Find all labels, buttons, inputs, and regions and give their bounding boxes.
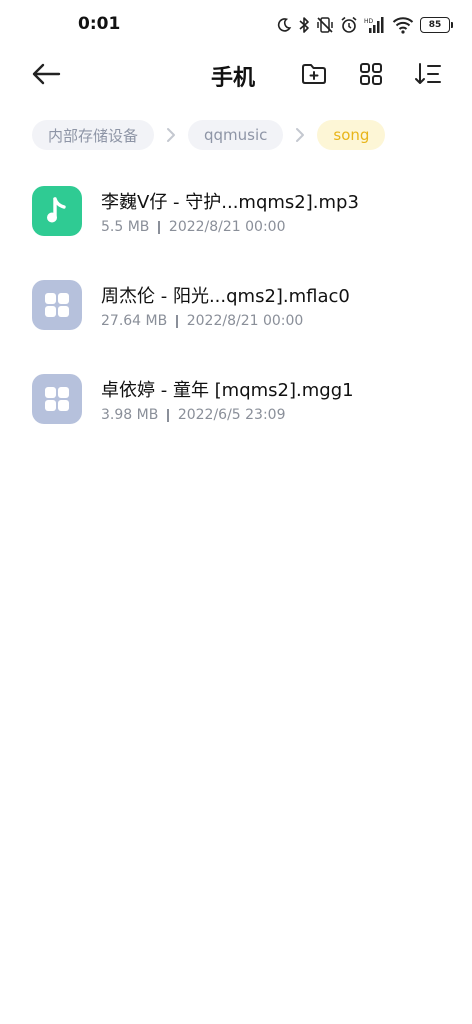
breadcrumb: 内部存储设备 qqmusic song bbox=[32, 120, 386, 150]
sort-icon bbox=[415, 63, 441, 84]
back-button[interactable] bbox=[28, 58, 64, 90]
file-name: 李巍V仔 - 守护...mqms2].mp3 bbox=[101, 192, 359, 213]
generic-file-icon bbox=[32, 374, 82, 424]
toolbar: 手机 bbox=[0, 52, 472, 96]
page-title: 手机 bbox=[211, 66, 256, 91]
music-note-icon bbox=[32, 186, 82, 236]
file-name: 周杰伦 - 阳光...qms2].mflac0 bbox=[101, 286, 350, 307]
new-folder-icon bbox=[302, 64, 326, 84]
bluetooth-icon bbox=[298, 14, 310, 36]
list-item[interactable]: 周杰伦 - 阳光...qms2].mflac0 27.64 MB 2022/8/… bbox=[0, 262, 472, 356]
file-date: 2022/8/21 00:00 bbox=[186, 313, 304, 329]
sort-button[interactable] bbox=[412, 58, 444, 90]
file-size: 5.5 MB bbox=[101, 219, 150, 235]
file-date: 2022/8/21 00:00 bbox=[168, 219, 286, 235]
breadcrumb-item-song[interactable]: song bbox=[317, 120, 386, 150]
signal-icon: HD bbox=[364, 14, 386, 36]
status-bar: 0:01 HD 85 bbox=[0, 0, 472, 52]
list-item[interactable]: 李巍V仔 - 守护...mqms2].mp3 5.5 MB 2022/8/21 … bbox=[0, 168, 472, 262]
grid-view-button[interactable] bbox=[355, 58, 387, 90]
wifi-icon bbox=[392, 14, 414, 36]
breadcrumb-item-qqmusic[interactable]: qqmusic bbox=[188, 120, 284, 150]
moon-icon bbox=[276, 14, 292, 36]
svg-text:HD: HD bbox=[364, 18, 374, 25]
file-meta: 3.98 MB 2022/6/5 23:09 bbox=[101, 407, 286, 423]
status-icons: HD 85 bbox=[276, 14, 453, 36]
vibrate-off-icon bbox=[316, 14, 334, 36]
file-name: 卓依婷 - 童年 [mqms2].mgg1 bbox=[101, 380, 354, 401]
alarm-icon bbox=[340, 14, 358, 36]
status-time: 0:01 bbox=[78, 14, 121, 34]
back-arrow-icon bbox=[32, 63, 61, 85]
file-meta: 27.64 MB 2022/8/21 00:00 bbox=[101, 313, 303, 329]
chevron-right-icon bbox=[283, 127, 317, 143]
divider bbox=[167, 408, 169, 422]
file-manager-screen: 0:01 HD 85 手机 内部存储设备 qqmusic song 李巍V仔 -… bbox=[0, 0, 472, 1024]
file-size: 27.64 MB bbox=[101, 313, 168, 329]
list-item[interactable]: 卓依婷 - 童年 [mqms2].mgg1 3.98 MB 2022/6/5 2… bbox=[0, 356, 472, 450]
battery-level: 85 bbox=[420, 17, 453, 33]
battery-icon: 85 bbox=[420, 14, 453, 36]
new-folder-button[interactable] bbox=[298, 58, 330, 90]
generic-file-icon bbox=[32, 280, 82, 330]
file-date: 2022/6/5 23:09 bbox=[177, 407, 286, 423]
file-size: 3.98 MB bbox=[101, 407, 159, 423]
divider bbox=[158, 220, 160, 234]
grid-view-icon bbox=[360, 63, 382, 85]
file-meta: 5.5 MB 2022/8/21 00:00 bbox=[101, 219, 286, 235]
file-list: 李巍V仔 - 守护...mqms2].mp3 5.5 MB 2022/8/21 … bbox=[0, 168, 472, 450]
breadcrumb-item-internal-storage[interactable]: 内部存储设备 bbox=[32, 120, 155, 150]
chevron-right-icon bbox=[154, 127, 188, 143]
divider bbox=[176, 314, 178, 328]
